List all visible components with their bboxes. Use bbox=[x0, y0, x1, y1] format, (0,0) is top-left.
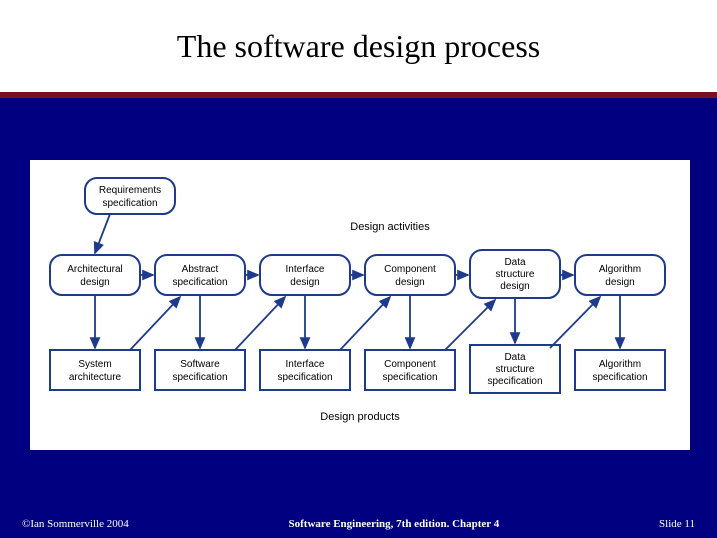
slide: The software design process Requirements… bbox=[0, 0, 717, 538]
arrow-d3 bbox=[445, 300, 495, 350]
svg-text:Interface: Interface bbox=[286, 359, 325, 370]
svg-text:Abstract: Abstract bbox=[182, 264, 219, 275]
input-line2: specification bbox=[102, 198, 157, 209]
activity-4: Data structure design bbox=[470, 250, 560, 298]
diagram-area: Requirements specification Design activi… bbox=[30, 160, 690, 450]
svg-text:Algorithm: Algorithm bbox=[599, 359, 641, 370]
activities-label: Design activities bbox=[350, 221, 430, 233]
diagram-svg: Requirements specification Design activi… bbox=[30, 160, 690, 450]
svg-text:design: design bbox=[395, 277, 424, 288]
activity-2: Interface design bbox=[260, 255, 350, 295]
svg-text:specification: specification bbox=[382, 372, 437, 383]
product-2: Interface specification bbox=[260, 350, 350, 390]
activity-5: Algorithm design bbox=[575, 255, 665, 295]
footer-right: Slide 11 bbox=[659, 518, 695, 530]
slide-title: The software design process bbox=[177, 28, 540, 65]
activity-1: Abstract specification bbox=[155, 255, 245, 295]
arrow-d4 bbox=[550, 297, 600, 348]
arrow-req-arch bbox=[95, 214, 110, 253]
svg-text:Software: Software bbox=[180, 359, 220, 370]
product-3: Component specification bbox=[365, 350, 455, 390]
product-4: Data structure specification bbox=[470, 345, 560, 393]
svg-text:structure: structure bbox=[496, 364, 535, 375]
svg-text:design: design bbox=[605, 277, 634, 288]
product-5: Algorithm specification bbox=[575, 350, 665, 390]
arrow-d2 bbox=[340, 297, 390, 350]
activity-row: Architectural design Abstract specificat… bbox=[50, 250, 665, 298]
input-line1: Requirements bbox=[99, 185, 161, 196]
activity-0: Architectural design bbox=[50, 255, 140, 295]
product-1: Software specification bbox=[155, 350, 245, 390]
svg-text:Data: Data bbox=[504, 352, 526, 363]
products-label: Design products bbox=[320, 411, 400, 423]
footer: ©Ian Sommerville 2004 Software Engineeri… bbox=[0, 518, 717, 530]
svg-text:design: design bbox=[290, 277, 319, 288]
svg-text:specification: specification bbox=[592, 372, 647, 383]
activity-3: Component design bbox=[365, 255, 455, 295]
title-area: The software design process bbox=[0, 0, 717, 98]
arrow-d1 bbox=[235, 297, 285, 350]
arrow-d0 bbox=[130, 297, 180, 350]
svg-text:architecture: architecture bbox=[69, 372, 122, 383]
svg-text:design: design bbox=[500, 281, 529, 292]
product-row: System architecture Software specificati… bbox=[50, 345, 665, 393]
svg-text:structure: structure bbox=[496, 269, 535, 280]
footer-mid: Software Engineering, 7th edition. Chapt… bbox=[289, 518, 500, 530]
svg-text:specification: specification bbox=[277, 372, 332, 383]
svg-text:Algorithm: Algorithm bbox=[599, 264, 641, 275]
svg-text:specification: specification bbox=[487, 376, 542, 387]
svg-text:specification: specification bbox=[172, 372, 227, 383]
svg-text:design: design bbox=[80, 277, 109, 288]
svg-text:Architectural: Architectural bbox=[67, 264, 123, 275]
footer-left: ©Ian Sommerville 2004 bbox=[22, 518, 129, 530]
svg-text:Interface: Interface bbox=[286, 264, 325, 275]
svg-text:Component: Component bbox=[384, 264, 436, 275]
product-0: System architecture bbox=[50, 350, 140, 390]
svg-text:Data: Data bbox=[504, 257, 526, 268]
svg-text:System: System bbox=[78, 359, 111, 370]
svg-text:Component: Component bbox=[384, 359, 436, 370]
svg-text:specification: specification bbox=[172, 277, 227, 288]
input-box: Requirements specification bbox=[85, 178, 175, 214]
